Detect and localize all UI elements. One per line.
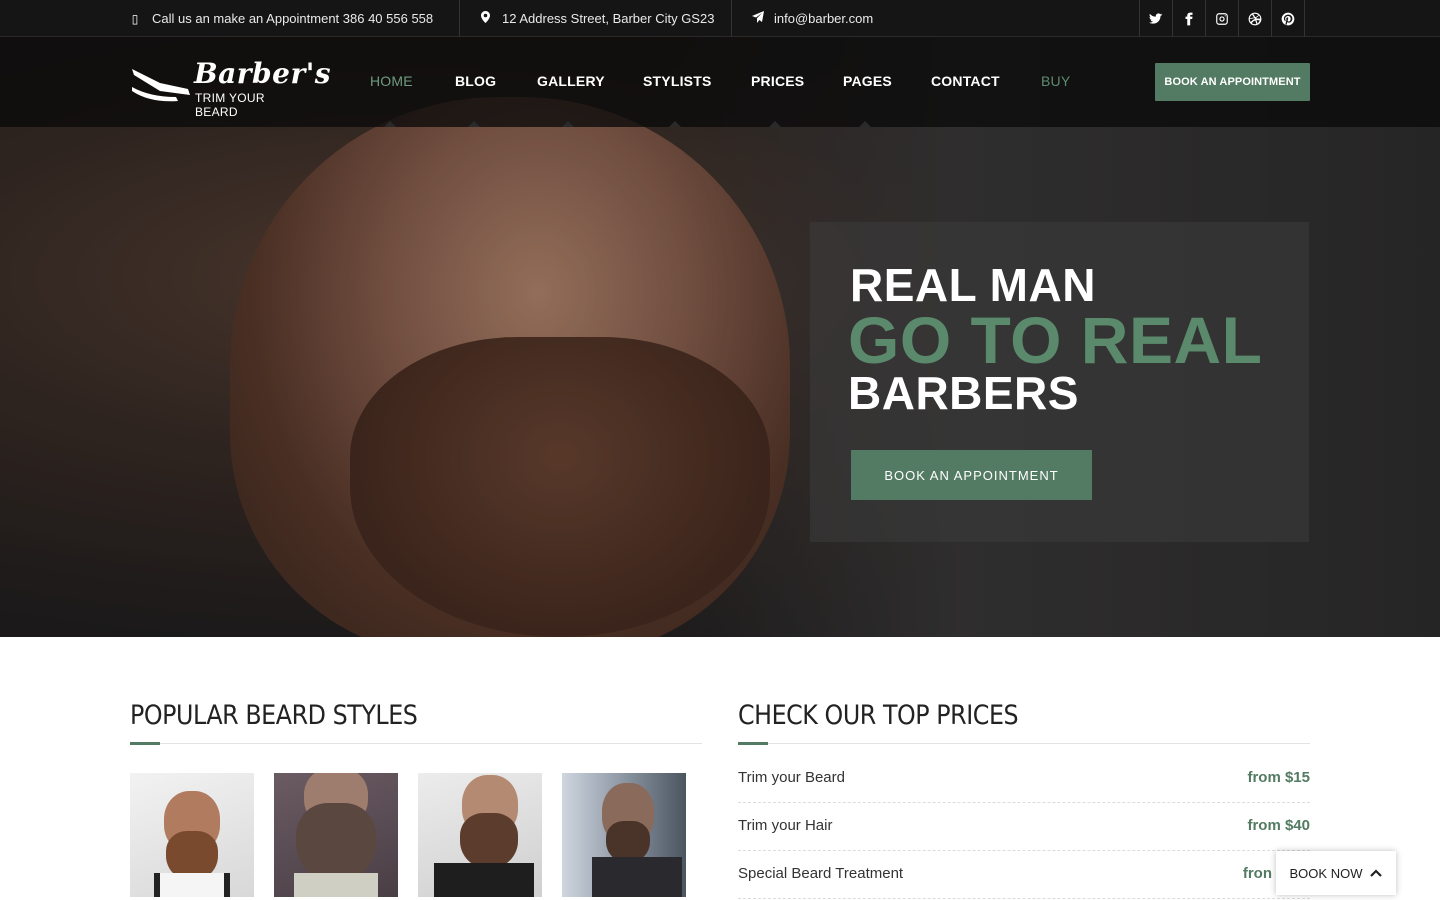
book-now-floating-button[interactable]: BOOK NOW [1276, 851, 1396, 895]
service-price: from $15 [1247, 769, 1310, 786]
social-links [1139, 0, 1305, 37]
nav-stylists[interactable]: STYLISTS [643, 73, 712, 89]
main-navbar: Barber's TRIM YOUR BEARD HOME BLOG GALLE… [0, 37, 1440, 127]
section-divider [738, 743, 1310, 744]
nav-buy[interactable]: BUY [1041, 73, 1070, 89]
razor-icon [132, 69, 190, 102]
section-accent-bar [130, 742, 160, 745]
dropdown-caret-icon [468, 121, 480, 127]
book-now-label: BOOK NOW [1289, 865, 1363, 881]
nav-contact[interactable]: CONTACT [931, 73, 1000, 89]
prices-title: CHECK OUR TOP PRICES [738, 700, 1019, 731]
hero-panel: REAL MAN GO TO REAL BARBERS BOOK AN APPO… [810, 222, 1309, 542]
phone-text: Call us an make an Appointment 386 40 55… [152, 11, 434, 26]
service-name: Trim your Hair [738, 817, 833, 834]
price-row: Special Beard Treatment fron [738, 851, 1310, 899]
nav-prices[interactable]: PRICES [751, 73, 804, 89]
service-name: Special Beard Treatment [738, 865, 904, 882]
price-row: Trim your Hair from $40 [738, 803, 1310, 851]
site-logo[interactable]: Barber's TRIM YOUR BEARD [130, 57, 331, 119]
dropdown-caret-icon [384, 121, 396, 127]
dropdown-caret-icon [859, 121, 871, 127]
logo-brand: Barber's [194, 57, 332, 90]
book-appointment-hero-button[interactable]: BOOK AN APPOINTMENT [851, 450, 1092, 500]
map-pin-icon [480, 11, 490, 26]
dropdown-caret-icon [769, 121, 781, 127]
facebook-icon[interactable] [1173, 0, 1206, 37]
hero-headline-line3: BARBERS [848, 367, 1079, 419]
dribbble-icon[interactable] [1239, 0, 1272, 37]
section-accent-bar [738, 742, 768, 745]
service-name: Trim your Beard [738, 769, 845, 786]
top-bar: ▯ Call us an make an Appointment 386 40 … [0, 0, 1440, 37]
pinterest-icon[interactable] [1272, 0, 1305, 37]
beard-style-thumbnail[interactable] [418, 773, 542, 897]
service-price: fron [1242, 865, 1272, 882]
logo-tagline: TRIM YOUR BEARD [195, 91, 265, 119]
dropdown-caret-icon [669, 121, 681, 127]
email-link[interactable]: info@barber.com [774, 11, 873, 26]
phone-info: ▯ Call us an make an Appointment 386 40 … [130, 0, 433, 37]
email-info[interactable]: info@barber.com [752, 0, 873, 37]
beard-style-thumbnail[interactable] [562, 773, 686, 897]
dropdown-caret-icon [562, 121, 574, 127]
book-appointment-nav-button[interactable]: BOOK AN APPOINTMENT [1155, 63, 1310, 101]
address-text: 12 Address Street, Barber City GS23 [502, 11, 715, 26]
nav-blog[interactable]: BLOG [455, 73, 496, 89]
nav-pages[interactable]: PAGES [843, 73, 892, 89]
beard-style-thumbnail[interactable] [274, 773, 398, 897]
topbar-divider [459, 0, 460, 37]
phone-icon: ▯ [131, 11, 139, 26]
section-divider [130, 743, 702, 744]
twitter-icon[interactable] [1140, 0, 1173, 37]
nav-gallery[interactable]: GALLERY [537, 73, 605, 89]
topbar-divider [731, 0, 732, 37]
nav-home[interactable]: HOME [370, 73, 413, 89]
chevron-up-icon [1370, 866, 1383, 880]
paper-plane-icon [752, 11, 764, 26]
address-info: 12 Address Street, Barber City GS23 [480, 0, 714, 37]
beard-style-thumbnail[interactable] [130, 773, 254, 897]
beard-styles-title: POPULAR BEARD STYLES [130, 700, 418, 731]
instagram-icon[interactable] [1206, 0, 1239, 37]
service-price: from $40 [1247, 817, 1310, 834]
price-row: Trim your Beard from $15 [738, 755, 1310, 803]
